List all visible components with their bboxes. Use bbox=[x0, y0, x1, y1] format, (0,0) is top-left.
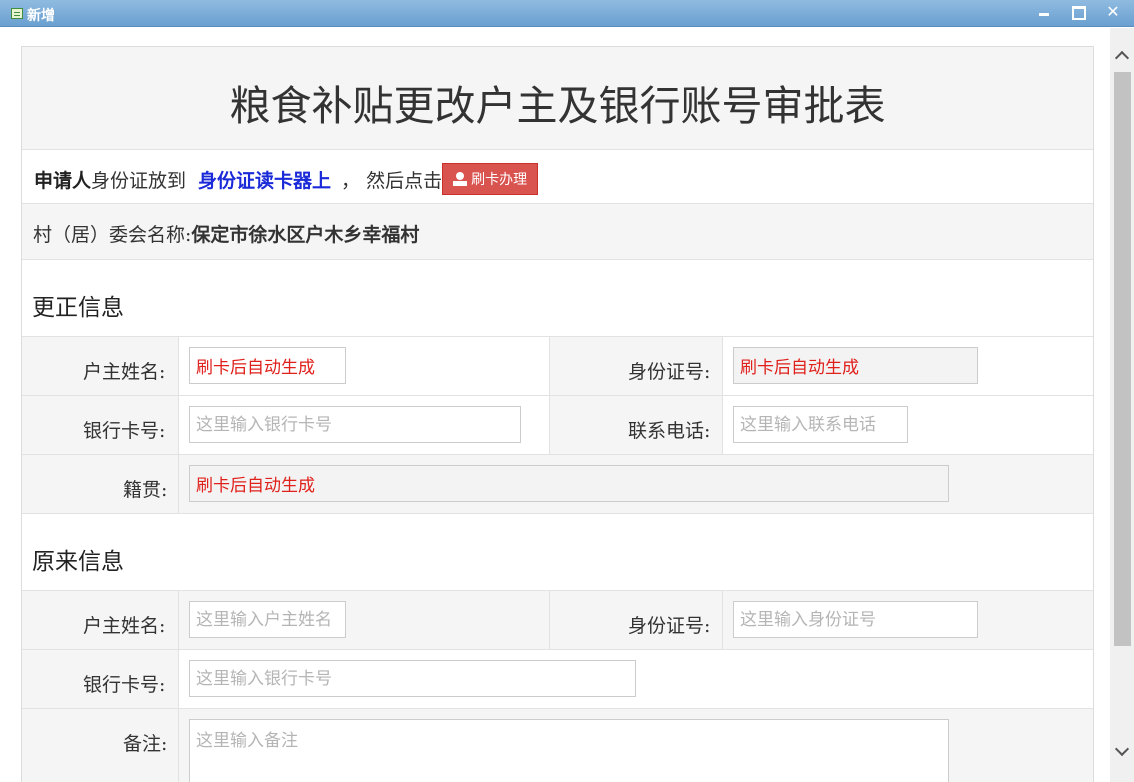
corrected-row-2: 银行卡号: 联系电话: bbox=[22, 396, 1093, 455]
original-bank-input[interactable] bbox=[189, 660, 636, 697]
scroll-up-icon[interactable] bbox=[1114, 48, 1130, 64]
applicant-text-1: 身份证放到 bbox=[91, 169, 187, 192]
applicant-label: 申请人 bbox=[34, 169, 92, 192]
minimize-button[interactable] bbox=[1033, 2, 1055, 24]
scrollbar-thumb[interactable] bbox=[1114, 72, 1131, 646]
corrected-id-label: 身份证号: bbox=[628, 361, 711, 383]
corrected-owner-name-input[interactable] bbox=[189, 347, 346, 384]
original-id-input[interactable] bbox=[733, 601, 978, 638]
card-reader-text: 身份证读卡器上 bbox=[198, 169, 332, 192]
form-title: 粮食补贴更改户主及银行账号审批表 bbox=[22, 47, 1093, 150]
original-owner-name-label: 户主姓名: bbox=[83, 615, 166, 637]
corrected-section-header: 更正信息 bbox=[22, 260, 1093, 337]
corrected-phone-input[interactable] bbox=[733, 406, 908, 443]
original-row-2: 银行卡号: bbox=[22, 650, 1093, 709]
user-card-icon bbox=[453, 172, 468, 186]
maximize-button[interactable] bbox=[1067, 2, 1089, 24]
original-id-label: 身份证号: bbox=[628, 615, 711, 637]
swipe-card-button[interactable]: 刷卡办理 bbox=[442, 163, 539, 195]
scroll-down-icon[interactable] bbox=[1114, 744, 1130, 760]
corrected-bank-label: 银行卡号: bbox=[83, 420, 166, 442]
corrected-origin-label: 籍贯: bbox=[123, 479, 168, 501]
original-section-title: 原来信息 bbox=[32, 549, 124, 575]
corrected-bank-input[interactable] bbox=[189, 406, 521, 443]
corrected-phone-label: 联系电话: bbox=[628, 420, 711, 442]
corrected-row-3: 籍贯: bbox=[22, 455, 1093, 514]
corrected-id-input[interactable] bbox=[733, 347, 978, 384]
vertical-scrollbar[interactable] bbox=[1110, 28, 1134, 782]
original-remark-textarea[interactable] bbox=[189, 719, 949, 782]
applicant-text-2: 然后点击 bbox=[366, 169, 443, 192]
original-row-3: 备注: bbox=[22, 709, 1093, 782]
village-value: 保定市徐水区户木乡幸福村 bbox=[191, 224, 420, 246]
applicant-instruction: 申请人 身份证放到 身份证读卡器上 ， 然后点击 刷卡办理 bbox=[34, 163, 539, 195]
original-section-header: 原来信息 bbox=[22, 514, 1093, 591]
applicant-row: 申请人 身份证放到 身份证读卡器上 ， 然后点击 刷卡办理 bbox=[22, 150, 1093, 204]
window-title: 新增 bbox=[27, 8, 55, 24]
form-window-icon bbox=[11, 8, 23, 19]
corrected-row-1: 户主姓名: 身份证号: bbox=[22, 337, 1093, 396]
applicant-comma: ， bbox=[341, 169, 361, 192]
approval-form: 粮食补贴更改户主及银行账号审批表 申请人 身份证放到 身份证读卡器上 ， 然后点… bbox=[21, 46, 1094, 782]
original-row-1: 户主姓名: 身份证号: bbox=[22, 591, 1093, 650]
original-owner-name-input[interactable] bbox=[189, 601, 346, 638]
dialog-content: 粮食补贴更改户主及银行账号审批表 申请人 身份证放到 身份证读卡器上 ， 然后点… bbox=[0, 28, 1110, 782]
corrected-origin-input[interactable] bbox=[189, 465, 949, 502]
corrected-owner-name-label: 户主姓名: bbox=[83, 361, 166, 383]
corrected-section-title: 更正信息 bbox=[32, 295, 124, 321]
original-remark-label: 备注: bbox=[123, 733, 168, 755]
window-titlebar: 新增 ✕ bbox=[0, 0, 1134, 27]
village-label: 村（居）委会名称: bbox=[33, 224, 192, 246]
village-row: 村（居）委会名称:保定市徐水区户木乡幸福村 bbox=[22, 204, 1093, 260]
close-button[interactable]: ✕ bbox=[1102, 2, 1124, 24]
original-bank-label: 银行卡号: bbox=[83, 674, 166, 696]
swipe-card-button-label: 刷卡办理 bbox=[471, 172, 528, 188]
